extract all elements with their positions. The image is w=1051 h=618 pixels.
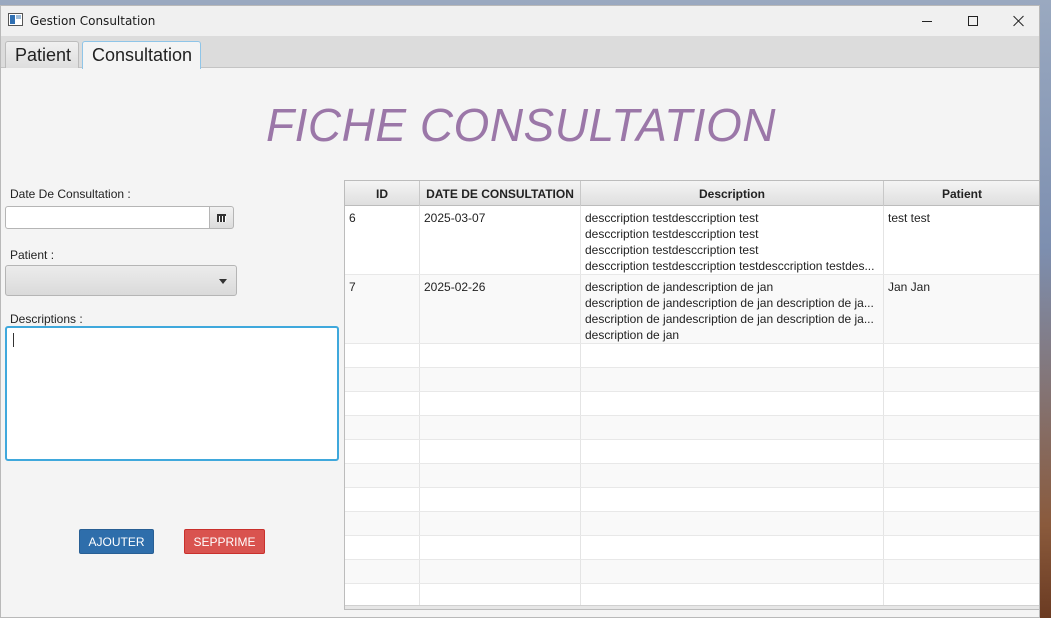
date-label: Date De Consultation : bbox=[10, 187, 131, 201]
cell-date: 2025-02-26 bbox=[420, 275, 581, 343]
table-row[interactable]: 6 2025-03-07 desccription testdesccripti… bbox=[345, 206, 1039, 275]
empty-row bbox=[345, 512, 1039, 536]
empty-row bbox=[345, 536, 1039, 560]
empty-row bbox=[345, 344, 1039, 368]
tab-patient[interactable]: Patient bbox=[5, 41, 79, 68]
column-header-id[interactable]: ID bbox=[345, 181, 420, 206]
page-title: FICHE CONSULTATION bbox=[266, 99, 776, 151]
table-row[interactable]: 7 2025-02-26 description de jandescripti… bbox=[345, 275, 1039, 344]
cell-id: 6 bbox=[345, 206, 420, 274]
maximize-icon bbox=[968, 16, 978, 26]
add-button[interactable]: AJOUTER bbox=[79, 529, 154, 554]
description-line: description de jan bbox=[585, 328, 680, 342]
cell-patient: Jan Jan bbox=[888, 280, 931, 294]
cell-id: 7 bbox=[345, 275, 420, 343]
calendar-icon bbox=[217, 213, 226, 222]
description-line: desccription testdesccription test bbox=[585, 227, 759, 241]
description-textarea[interactable] bbox=[5, 326, 339, 461]
cell-description: description de jandescription de jan des… bbox=[581, 275, 884, 343]
column-header-date[interactable]: DATE DE CONSULTATION bbox=[420, 181, 581, 206]
horizontal-scrollbar[interactable] bbox=[345, 605, 1039, 609]
date-field[interactable] bbox=[5, 206, 210, 229]
empty-row bbox=[345, 464, 1039, 488]
delete-button[interactable]: SEPPRIME bbox=[184, 529, 265, 554]
tab-bar: Patient Consultation bbox=[1, 36, 1039, 69]
app-window: Gestion Consultation Patient Consultatio… bbox=[0, 5, 1040, 618]
tab-consultation[interactable]: Consultation bbox=[82, 41, 201, 69]
cell-description: desccription testdesccription test descc… bbox=[581, 206, 884, 274]
app-icon bbox=[8, 13, 23, 26]
empty-row bbox=[345, 368, 1039, 392]
cell-patient: test test bbox=[888, 211, 931, 225]
cell-date: 2025-03-07 bbox=[420, 206, 581, 274]
close-icon bbox=[1013, 15, 1025, 27]
empty-row bbox=[345, 560, 1039, 584]
description-line: description de jandescription de jan bbox=[585, 280, 774, 294]
description-line: desccription testdesccription test bbox=[585, 243, 759, 257]
column-header-description[interactable]: Description bbox=[581, 181, 884, 206]
text-caret bbox=[13, 333, 14, 347]
empty-row bbox=[345, 440, 1039, 464]
empty-row bbox=[345, 416, 1039, 440]
description-label: Descriptions : bbox=[10, 312, 83, 326]
maximize-button[interactable] bbox=[950, 6, 996, 36]
close-button[interactable] bbox=[996, 6, 1039, 36]
empty-row bbox=[345, 488, 1039, 512]
date-picker-button[interactable] bbox=[209, 206, 234, 229]
description-line: description de jandescription de jan des… bbox=[585, 296, 874, 310]
window-title: Gestion Consultation bbox=[30, 14, 156, 28]
title-bar[interactable]: Gestion Consultation bbox=[1, 6, 1039, 36]
column-header-patient[interactable]: Patient bbox=[884, 181, 1039, 206]
minimize-button[interactable] bbox=[904, 6, 950, 36]
description-line: description de jandescription de jan des… bbox=[585, 312, 874, 326]
consultation-table[interactable]: ID DATE DE CONSULTATION Description Pati… bbox=[344, 180, 1039, 610]
minimize-icon bbox=[922, 20, 932, 22]
patient-label: Patient : bbox=[10, 248, 55, 262]
table-header: ID DATE DE CONSULTATION Description Pati… bbox=[345, 181, 1039, 206]
patient-combobox[interactable] bbox=[5, 265, 237, 296]
description-line: desccription testdesccription test bbox=[585, 211, 759, 225]
description-line: desccription testdesccription testdesccr… bbox=[585, 259, 875, 273]
chevron-down-icon bbox=[219, 279, 227, 284]
empty-row bbox=[345, 392, 1039, 416]
